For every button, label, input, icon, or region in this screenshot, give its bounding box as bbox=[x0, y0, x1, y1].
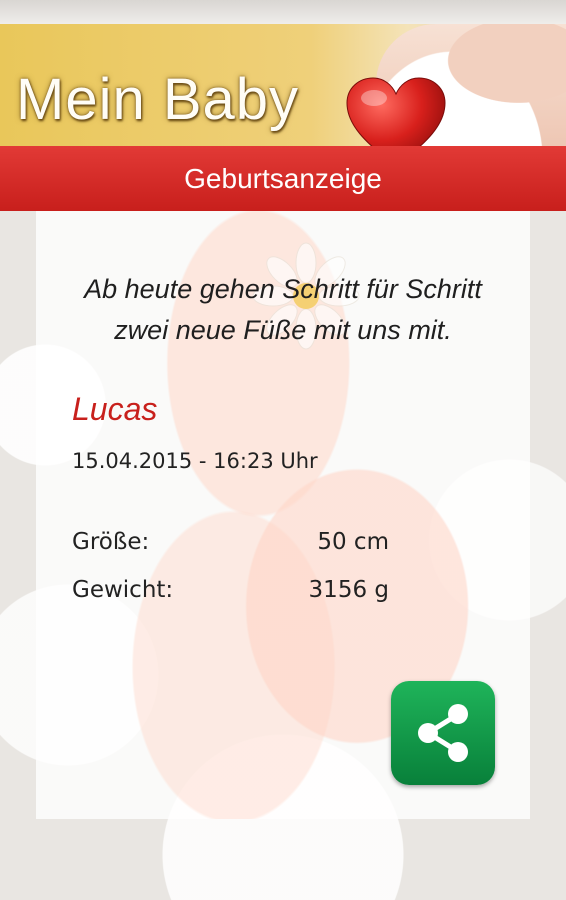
weight-label: Gewicht: bbox=[72, 577, 174, 603]
quote-line-2: zwei neue Füße mit uns mit. bbox=[114, 315, 452, 345]
weight-value: 3156 g bbox=[308, 577, 389, 603]
section-title-bar: Geburtsanzeige bbox=[0, 146, 566, 211]
share-icon bbox=[418, 704, 468, 762]
status-bar bbox=[0, 0, 566, 24]
app-header: Mein Baby bbox=[0, 24, 566, 146]
section-title: Geburtsanzeige bbox=[184, 162, 382, 194]
size-label: Größe: bbox=[72, 529, 150, 555]
app-title: Mein Baby bbox=[16, 67, 300, 132]
baby-name: Lucas bbox=[72, 391, 158, 427]
share-button[interactable] bbox=[391, 681, 495, 785]
quote-line-1: Ab heute gehen Schritt für Schritt bbox=[84, 274, 482, 304]
announcement-quote: Ab heute gehen Schritt für Schritt zwei … bbox=[36, 269, 530, 351]
heart-icon bbox=[346, 77, 446, 146]
size-value: 50 cm bbox=[317, 529, 389, 555]
birth-datetime: 15.04.2015 - 16:23 Uhr bbox=[72, 449, 318, 473]
